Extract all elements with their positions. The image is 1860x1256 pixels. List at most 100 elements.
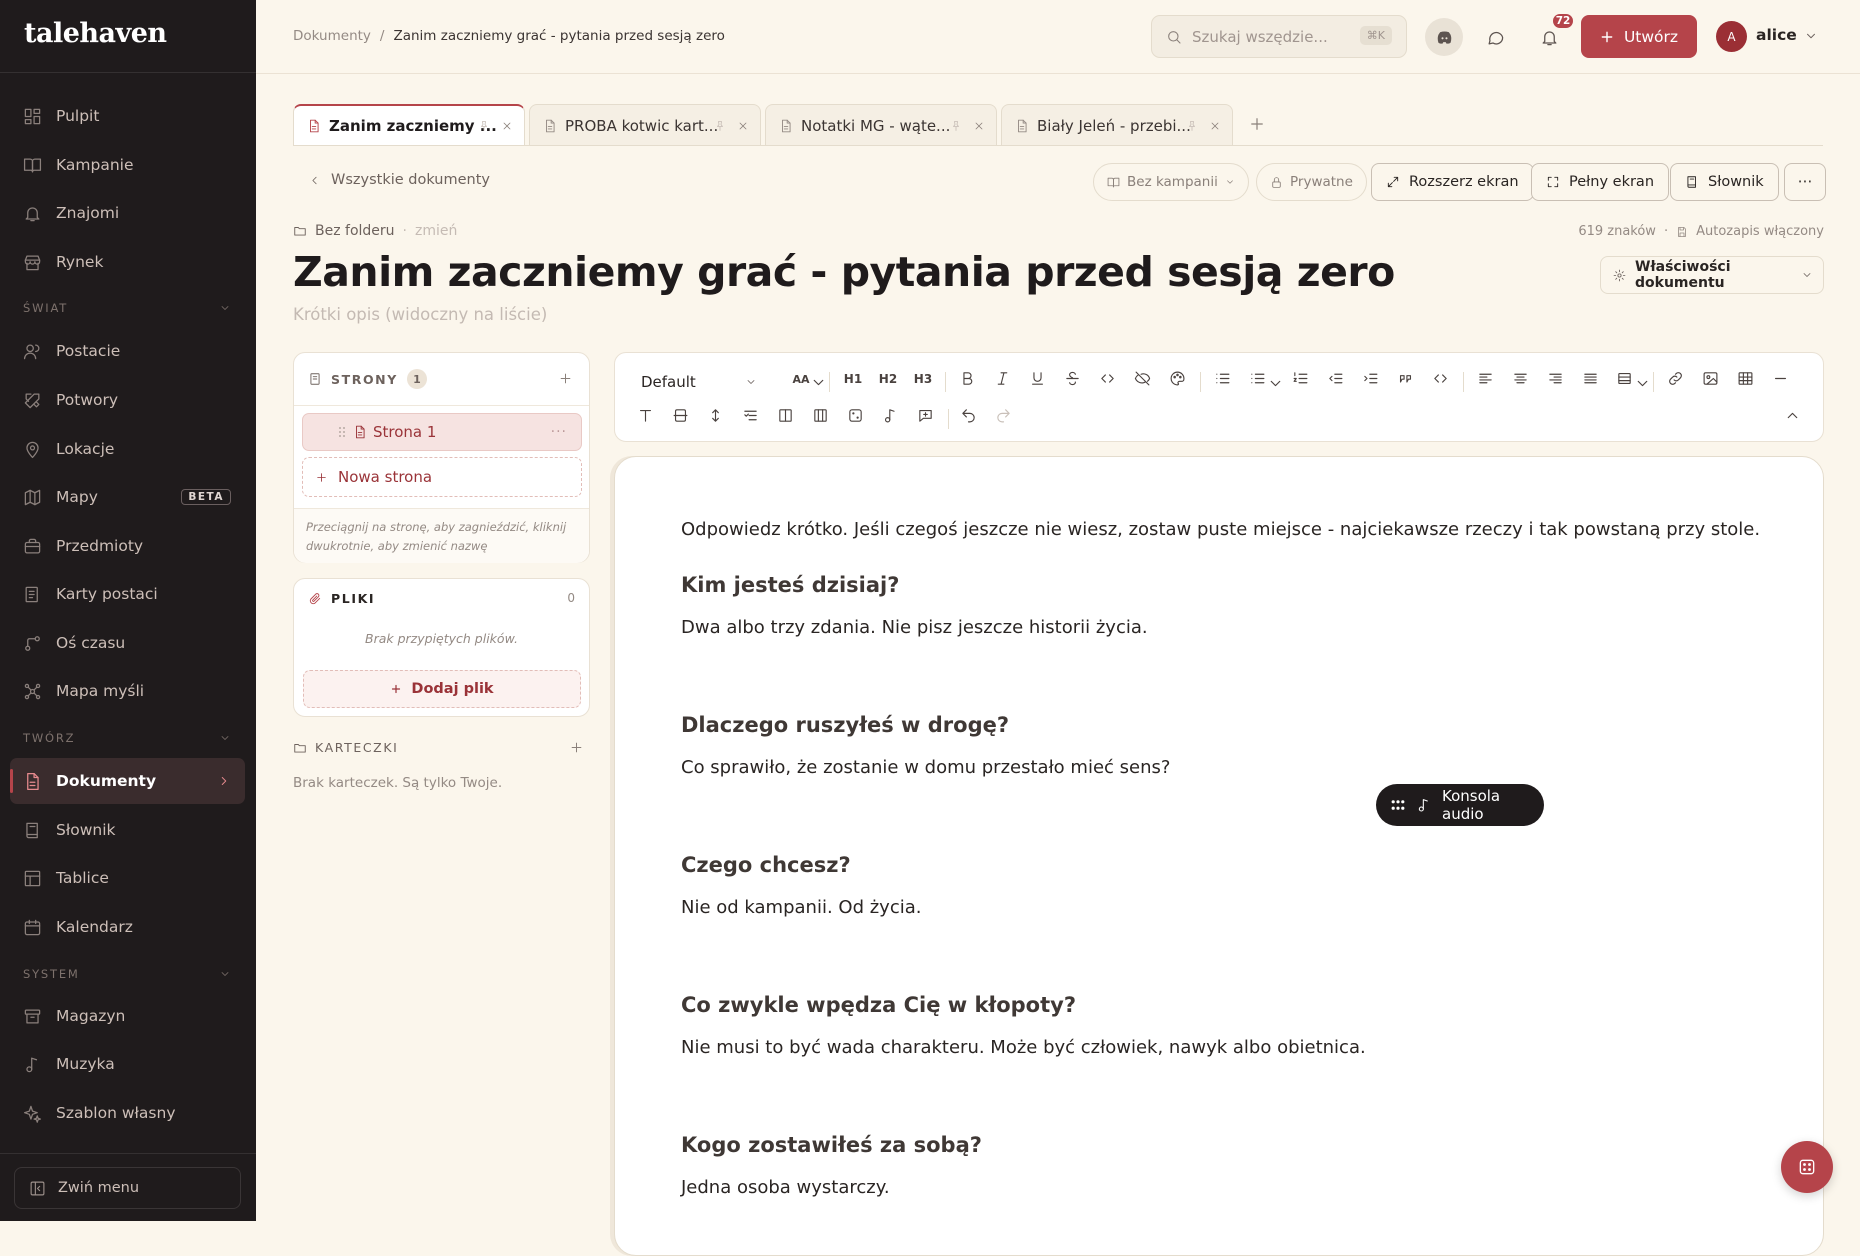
more-options-button[interactable]: ⋯ bbox=[1784, 163, 1826, 201]
sidebar-item-postacie[interactable]: Postacie bbox=[10, 328, 245, 374]
privacy-toggle[interactable]: Prywatne bbox=[1256, 163, 1367, 201]
app-logo[interactable]: talehaven bbox=[24, 18, 167, 49]
sidebar-item-dokumenty[interactable]: Dokumenty bbox=[10, 758, 245, 804]
editor-paragraph[interactable]: Jedna osoba wystarczy. bbox=[681, 1177, 890, 1198]
messages-button[interactable] bbox=[1476, 18, 1514, 56]
text-style-select[interactable]: Default bbox=[635, 367, 763, 397]
glossary-button[interactable]: Słownik bbox=[1670, 163, 1779, 201]
expand-screen-button[interactable]: Rozszerz ekran bbox=[1371, 163, 1534, 201]
pin-icon[interactable] bbox=[950, 120, 962, 132]
close-icon[interactable] bbox=[973, 120, 985, 132]
document-tab[interactable]: Notatki MG - wąte... bbox=[765, 104, 997, 146]
section-world[interactable]: ŚWIAT bbox=[23, 301, 231, 315]
pin-icon[interactable] bbox=[714, 120, 726, 132]
heading1-button[interactable]: H1 bbox=[842, 368, 864, 390]
table-button[interactable] bbox=[1735, 368, 1757, 390]
sidebar-item-magazyn[interactable]: Magazyn bbox=[10, 993, 245, 1039]
avatar[interactable]: A bbox=[1716, 21, 1747, 52]
chevron-down-icon[interactable] bbox=[1804, 29, 1818, 43]
sidebar-item-karty-postaci[interactable]: Karty postaci bbox=[10, 571, 245, 617]
underline-button[interactable] bbox=[1027, 368, 1049, 390]
global-search[interactable]: Szukaj wszędzie... ⌘K bbox=[1151, 15, 1407, 58]
close-icon[interactable] bbox=[1209, 120, 1221, 132]
document-tab[interactable]: Biały Jeleń - przebi... bbox=[1001, 104, 1233, 146]
drag-handle-icon[interactable] bbox=[1390, 797, 1406, 813]
close-icon[interactable] bbox=[737, 120, 749, 132]
search-input[interactable]: Szukaj wszędzie... bbox=[1192, 28, 1328, 46]
username[interactable]: alice bbox=[1756, 26, 1797, 44]
code-block-button[interactable] bbox=[1430, 368, 1452, 390]
collapse-menu-button[interactable]: Zwiń menu bbox=[14, 1167, 241, 1209]
editor-paragraph[interactable]: Nie musi to być wada charakteru. Może by… bbox=[681, 1037, 1366, 1058]
discord-button[interactable] bbox=[1425, 18, 1463, 56]
sidebar-item-mapy[interactable]: Mapy BETA bbox=[10, 474, 245, 520]
sidebar-item-znajomi[interactable]: Znajomi bbox=[10, 190, 245, 236]
description-input[interactable]: Krótki opis (widoczny na liście) bbox=[293, 305, 547, 324]
block-style-button[interactable] bbox=[1614, 368, 1647, 390]
page-item[interactable]: Strona 1 ··· bbox=[302, 413, 582, 451]
new-page-button[interactable]: Nowa strona bbox=[302, 457, 582, 497]
pin-icon[interactable] bbox=[478, 120, 490, 132]
sidebar-item-lokacje[interactable]: Lokacje bbox=[10, 426, 245, 472]
editor-heading[interactable]: Co zwykle wpędza Cię w kłopoty? bbox=[681, 993, 1076, 1017]
heading3-button[interactable]: H3 bbox=[912, 368, 934, 390]
font-size-button[interactable]: AA bbox=[789, 368, 823, 390]
editor-heading[interactable]: Czego chcesz? bbox=[681, 853, 851, 877]
editor-content[interactable]: Odpowiedz krótko. Jeśli czegoś jeszcze n… bbox=[614, 456, 1824, 1256]
add-card-plus-icon[interactable] bbox=[569, 740, 584, 755]
fullscreen-button[interactable]: Pełny ekran bbox=[1531, 163, 1670, 201]
back-to-documents-link[interactable]: Wszystkie dokumenty bbox=[308, 172, 490, 188]
quote-button[interactable] bbox=[1395, 368, 1417, 390]
new-tab-plus-icon[interactable] bbox=[1248, 115, 1266, 133]
audio-console-button[interactable]: Konsola audio bbox=[1376, 784, 1544, 826]
redo-button[interactable] bbox=[993, 405, 1015, 427]
bold-button[interactable] bbox=[957, 368, 979, 390]
sidebar-item-kampanie[interactable]: Kampanie bbox=[10, 142, 245, 188]
sidebar-item-mapa-mysli[interactable]: Mapa myśli bbox=[10, 668, 245, 714]
section-create[interactable]: TWÓRZ bbox=[23, 731, 231, 745]
editor-paragraph[interactable]: Co sprawiło, że zostanie w domu przestał… bbox=[681, 757, 1170, 778]
align-center-button[interactable] bbox=[1510, 368, 1532, 390]
editor-paragraph[interactable]: Nie od kampanii. Od życia. bbox=[681, 897, 921, 918]
ordered-list-button[interactable] bbox=[1290, 368, 1312, 390]
sidebar-item-kalendarz[interactable]: Kalendarz bbox=[10, 904, 245, 950]
justify-button[interactable] bbox=[1580, 368, 1602, 390]
horizontal-rule-button[interactable] bbox=[1770, 368, 1792, 390]
document-properties-button[interactable]: Właściwości dokumentu bbox=[1600, 256, 1824, 294]
two-columns-button[interactable] bbox=[775, 405, 797, 427]
change-folder-link[interactable]: zmień bbox=[415, 223, 457, 239]
color-button[interactable] bbox=[1167, 368, 1189, 390]
strikethrough-block-button[interactable] bbox=[670, 405, 692, 427]
align-left-button[interactable] bbox=[1475, 368, 1497, 390]
breadcrumb-root[interactable]: Dokumenty bbox=[293, 28, 371, 44]
close-icon[interactable] bbox=[501, 120, 513, 132]
align-right-button[interactable] bbox=[1545, 368, 1567, 390]
editor-heading[interactable]: Kim jesteś dzisiaj? bbox=[681, 573, 899, 597]
undo-button[interactable] bbox=[958, 405, 980, 427]
sidebar-item-szablon-wlasny[interactable]: Szablon własny bbox=[10, 1090, 245, 1136]
list-style-button[interactable] bbox=[1247, 368, 1280, 390]
dice-roller-button[interactable] bbox=[1781, 1141, 1833, 1193]
sidebar-item-os-czasu[interactable]: Oś czasu bbox=[10, 620, 245, 666]
editor-paragraph[interactable]: Odpowiedz krótko. Jeśli czegoś jeszcze n… bbox=[681, 519, 1760, 540]
collapse-toolbar-button[interactable] bbox=[1782, 405, 1804, 427]
editor-heading[interactable]: Dlaczego ruszyłeś w drogę? bbox=[681, 713, 1009, 737]
sidebar-item-rynek[interactable]: Rynek bbox=[10, 239, 245, 285]
clear-format-button[interactable] bbox=[635, 405, 657, 427]
add-file-button[interactable]: Dodaj plik bbox=[303, 670, 581, 708]
line-height-button[interactable] bbox=[705, 405, 727, 427]
sidebar-item-muzyka[interactable]: Muzyka bbox=[10, 1041, 245, 1087]
inline-code-button[interactable] bbox=[1097, 368, 1119, 390]
create-button[interactable]: Utwórz bbox=[1581, 15, 1697, 58]
editor-heading[interactable]: Kogo zostawiłeś za sobą? bbox=[681, 1133, 982, 1157]
task-list-button[interactable] bbox=[740, 405, 762, 427]
editor-paragraph[interactable]: Dwa albo trzy zdania. Nie pisz jeszcze h… bbox=[681, 617, 1148, 638]
hide-button[interactable] bbox=[1132, 368, 1154, 390]
outdent-button[interactable] bbox=[1325, 368, 1347, 390]
campaign-select[interactable]: Bez kampanii bbox=[1093, 163, 1249, 201]
italic-button[interactable] bbox=[992, 368, 1014, 390]
comment-button[interactable] bbox=[915, 405, 937, 427]
dice-button[interactable] bbox=[845, 405, 867, 427]
strikethrough-button[interactable] bbox=[1062, 368, 1084, 390]
sidebar-item-pulpit[interactable]: Pulpit bbox=[10, 93, 245, 139]
